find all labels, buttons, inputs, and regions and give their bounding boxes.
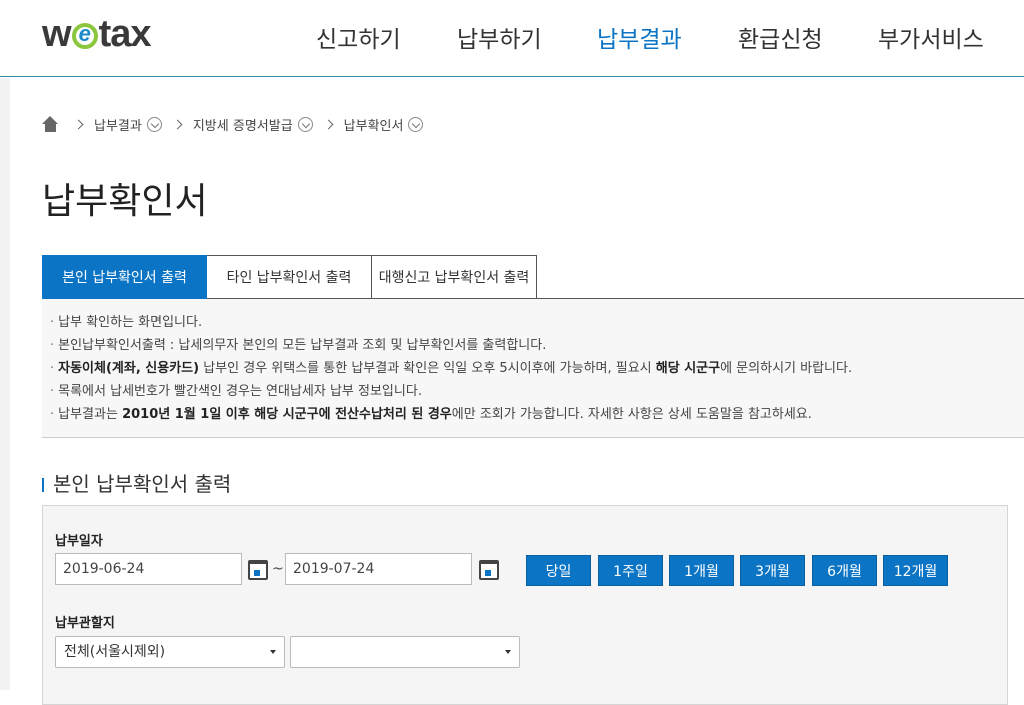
region-select[interactable]: 전체(서울시제외) [55,636,285,668]
nav-item-pay[interactable]: 납부하기 [457,20,542,54]
period-1week-button[interactable]: 1주일 [598,555,663,586]
notice-item: 납부결과는 2010년 1월 1일 이후 해당 시군구에 전산수납처리 된 경우… [50,403,1024,426]
chevron-down-icon[interactable] [408,116,424,132]
breadcrumb-item-payment-result[interactable]: 납부결과 [94,115,142,134]
notice-item: 납부 확인하는 화면입니다. [50,311,1024,334]
tab-own-certificate[interactable]: 본인 납부확인서 출력 [42,255,207,299]
section-title-bar [42,478,44,492]
calendar-icon[interactable] [479,560,499,580]
site-header: wtax 신고하기 납부하기 납부결과 환급신청 부가서비스 [0,0,1024,77]
main-nav: 신고하기 납부하기 납부결과 환급신청 부가서비스 [0,20,1024,54]
caret-down-icon [505,650,511,654]
date-label: 납부일자 [55,534,103,549]
breadcrumb-item-certificate[interactable]: 지방세 증명서발급 [193,115,293,134]
chevron-right-icon [172,119,183,129]
calendar-icon[interactable] [248,560,268,580]
section-title: 본인 납부확인서 출력 [42,468,231,497]
page-title: 납부확인서 [42,181,208,222]
caret-down-icon [270,650,276,654]
nav-item-extra-services[interactable]: 부가서비스 [878,20,984,54]
breadcrumb-item-payment-confirmation[interactable]: 납부확인서 [344,115,404,134]
nav-item-report[interactable]: 신고하기 [316,20,401,54]
tab-other-certificate[interactable]: 타인 납부확인서 출력 [207,255,372,299]
date-from-input[interactable]: 2019-06-24 [55,553,242,585]
chevron-right-icon [73,119,84,129]
chevron-down-icon[interactable] [146,116,162,132]
nav-item-payment-result[interactable]: 납부결과 [597,20,682,54]
tab-bar: 본인 납부확인서 출력 타인 납부확인서 출력 대행신고 납부확인서 출력 [42,255,537,299]
region-label: 납부관할지 [55,616,115,631]
notice-item: 본인납부확인서출력 : 납세의무자 본인의 모든 납부결과 조회 및 납부확인서… [50,334,1024,357]
period-1month-button[interactable]: 1개월 [669,555,734,586]
nav-item-refund[interactable]: 환급신청 [738,20,823,54]
home-icon[interactable] [42,116,59,132]
subregion-select[interactable] [290,636,520,668]
period-3month-button[interactable]: 3개월 [740,555,805,586]
date-range-tilde: ~ [272,561,284,577]
search-form: 납부일자 2019-06-24 ~ 2019-07-24 당일 1주일 1개월 … [42,505,1008,705]
chevron-down-icon[interactable] [297,116,313,132]
date-to-input[interactable]: 2019-07-24 [285,553,472,585]
chevron-right-icon [323,119,334,129]
breadcrumb: 납부결과 지방세 증명서발급 납부확인서 [42,113,424,135]
period-6month-button[interactable]: 6개월 [812,555,877,586]
notice-item: 목록에서 납세번호가 빨간색인 경우는 연대납세자 납부 정보입니다. [50,380,1024,403]
period-12month-button[interactable]: 12개월 [883,555,948,586]
left-gutter [0,78,10,690]
notice-item: 자동이체(계좌, 신용카드) 납부인 경우 위택스를 통한 납부결과 확인은 익… [50,357,1024,380]
tab-agent-certificate[interactable]: 대행신고 납부확인서 출력 [372,255,537,299]
period-today-button[interactable]: 당일 [526,555,591,586]
notice-box: 납부 확인하는 화면입니다. 본인납부확인서출력 : 납세의무자 본인의 모든 … [42,299,1024,438]
